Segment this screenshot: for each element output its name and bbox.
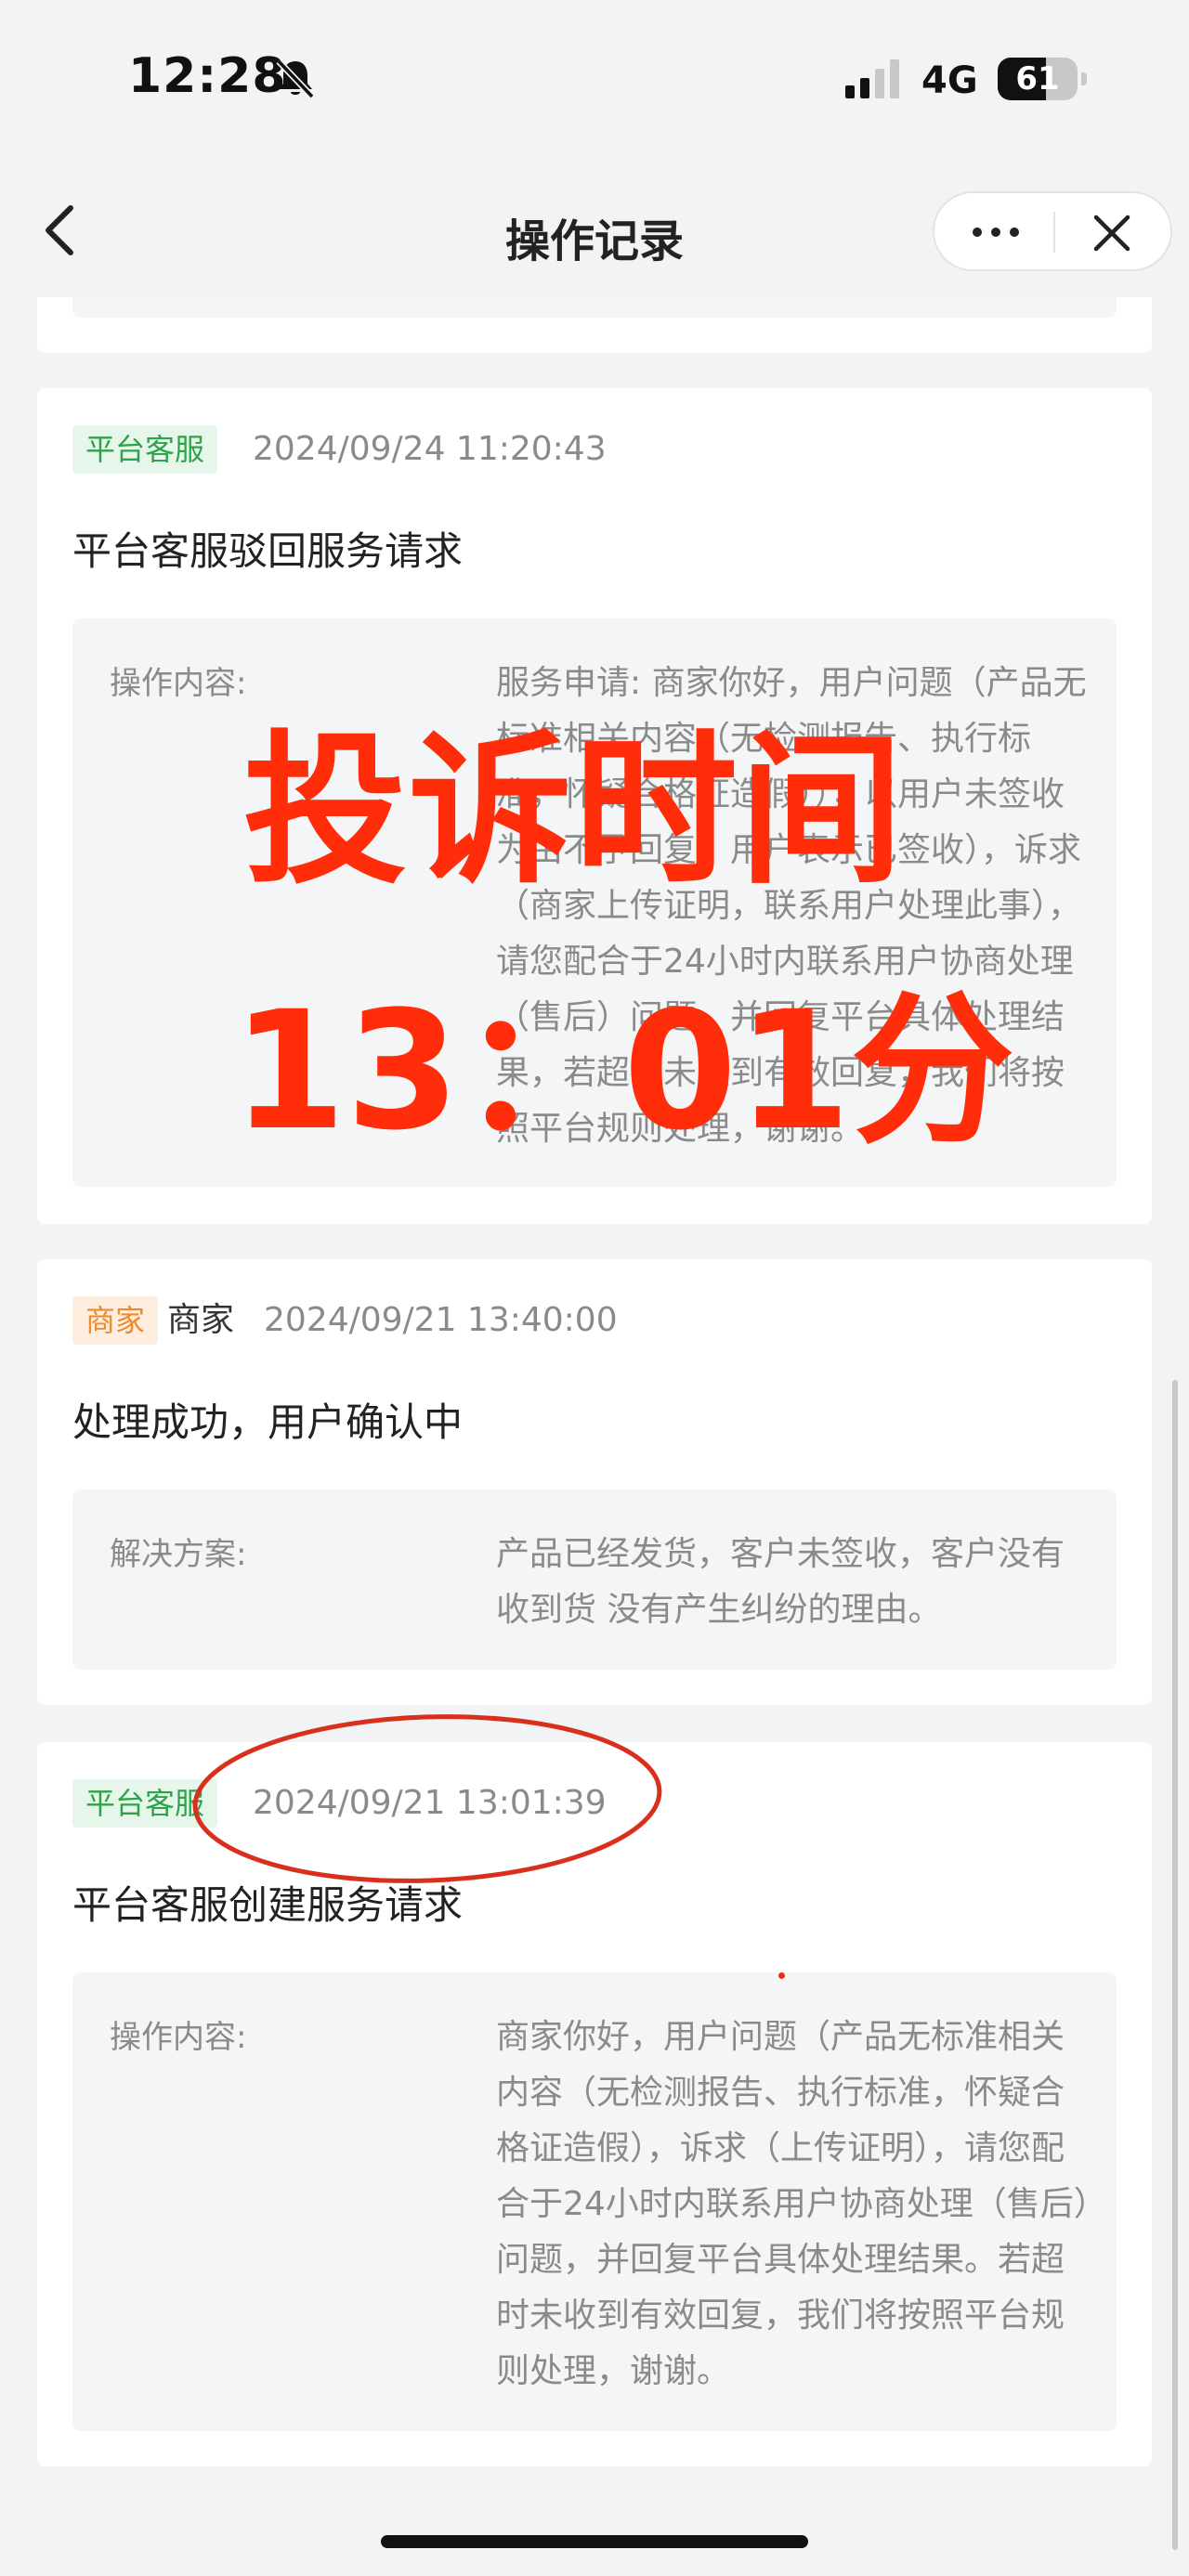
mini-program-capsule <box>933 191 1172 271</box>
annotation-ellipse <box>192 1714 662 1883</box>
network-type: 4G <box>921 59 978 102</box>
status-bar: 12:28 4G 61 <box>0 0 1189 158</box>
bell-muted-icon <box>276 59 315 99</box>
overlay-annotation-time: 13：01分 <box>232 976 1014 1166</box>
detail-panel: 操作内容: 商家你好，用户问题（产品无标准相关内容（无检测报告、执行标准，怀疑合… <box>72 1972 1117 2431</box>
record-card-partial <box>37 297 1152 353</box>
scrollbar[interactable] <box>1172 1380 1178 2550</box>
record-action: 平台客服驳回服务请求 <box>72 528 464 574</box>
close-icon[interactable] <box>1091 212 1133 254</box>
battery-level: 61 <box>1015 60 1060 98</box>
home-indicator[interactable] <box>381 2535 808 2548</box>
screen: 12:28 4G 61 操作记录 平台客服 2024/09/24 11:20:4… <box>0 0 1189 2576</box>
detail-label: 操作内容: <box>110 2019 247 2056</box>
status-time: 12:28 <box>128 48 287 104</box>
annotation-dot <box>778 1972 785 1979</box>
record-timestamp: 2024/09/24 11:20:43 <box>253 430 607 468</box>
record-action: 处理成功，用户确认中 <box>72 1399 464 1445</box>
role-tag: 平台客服 <box>72 425 218 474</box>
role-tag: 商家 <box>72 1296 159 1345</box>
overlay-annotation-title: 投诉时间 <box>243 716 906 906</box>
detail-label: 解决方案: <box>110 1536 247 1573</box>
record-timestamp: 2024/09/21 13:40:00 <box>264 1301 618 1339</box>
detail-label: 操作内容: <box>110 665 247 702</box>
detail-panel: 解决方案: 产品已经发货，客户未签收，客户没有收到货 没有产生纠纷的理由。 <box>72 1490 1117 1670</box>
record-actor: 商家 <box>167 1301 235 1339</box>
detail-text: 产品已经发货，客户未签收，客户没有收到货 没有产生纠纷的理由。 <box>496 1535 1065 1629</box>
nav-bar: 操作记录 <box>0 158 1189 297</box>
more-icon[interactable] <box>966 215 1026 249</box>
battery-icon: 61 <box>998 58 1087 100</box>
record-card: 商家 商家 2024/09/21 13:40:00 处理成功，用户确认中 解决方… <box>37 1259 1152 1705</box>
detail-text: 商家你好，用户问题（产品无标准相关内容（无检测报告、执行标准，怀疑合格证造假），… <box>496 2018 1091 2390</box>
signal-icon <box>845 59 899 98</box>
